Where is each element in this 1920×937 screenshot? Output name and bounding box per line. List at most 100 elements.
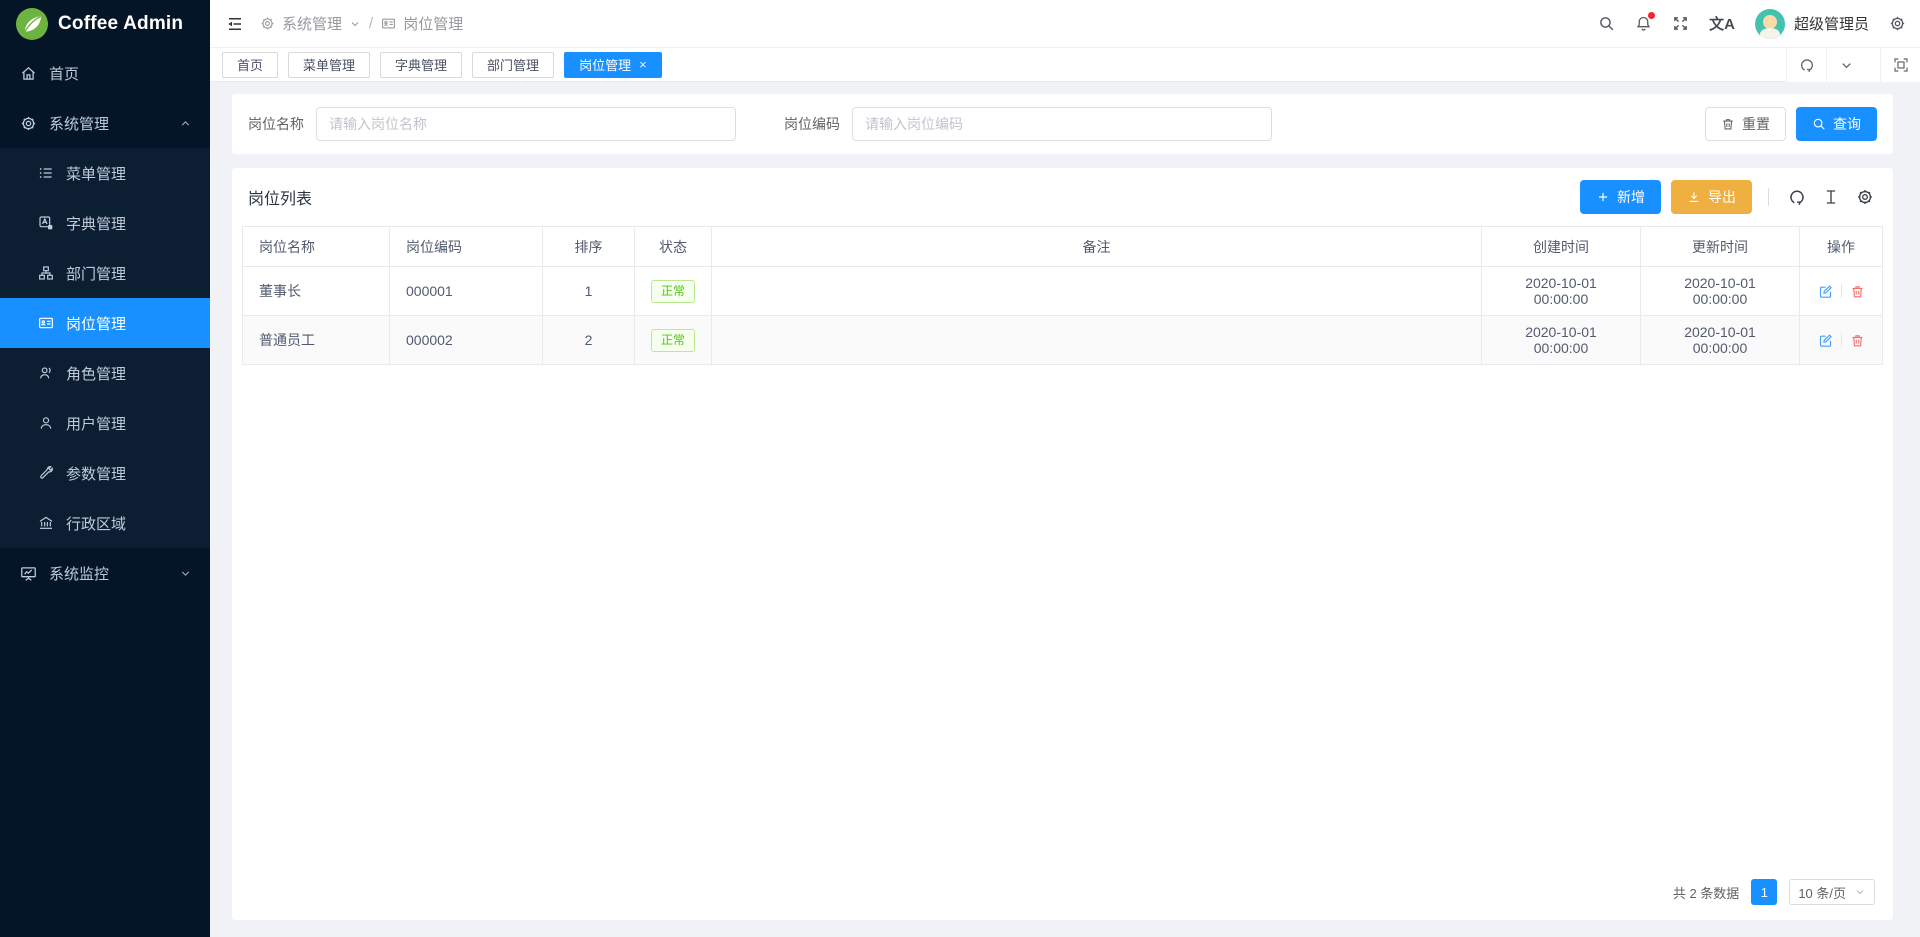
refresh-icon[interactable]: [1786, 48, 1826, 82]
page-size-select[interactable]: 10 条/页: [1789, 879, 1875, 905]
sidebar-item-dict-mgmt[interactable]: 字典管理: [0, 198, 210, 248]
table-row: 董事长 000001 1 正常 2020-10-01 00:00:00 2020…: [243, 267, 1883, 316]
chevron-down-icon: [1854, 886, 1866, 898]
sidebar-item-label: 行政区域: [66, 513, 192, 534]
notification-bell-icon[interactable]: [1635, 15, 1652, 32]
tab-label: 首页: [237, 55, 263, 74]
sidebar-submenu-system: 菜单管理 字典管理 部门管理 岗位管理 角色管理: [0, 148, 210, 548]
action-divider: [1841, 284, 1842, 298]
pagination: 共 2 条数据 1 10 条/页: [232, 864, 1893, 920]
settings-gear-icon[interactable]: [1889, 15, 1906, 32]
search-actions: 重置 查询: [1705, 107, 1877, 141]
post-list-card: 岗位列表 新增 导出: [232, 168, 1893, 920]
sidebar-item-param-mgmt[interactable]: 参数管理: [0, 448, 210, 498]
status-badge: 正常: [651, 329, 695, 352]
col-header-created: 创建时间: [1482, 227, 1641, 267]
sidebar-item-label: 部门管理: [66, 263, 192, 284]
sidebar-item-user-mgmt[interactable]: 用户管理: [0, 398, 210, 448]
tab-dept-mgmt[interactable]: 部门管理: [472, 52, 554, 78]
download-icon: [1687, 190, 1701, 204]
breadcrumb-label: 岗位管理: [403, 13, 463, 34]
post-code-input[interactable]: [852, 107, 1272, 141]
breadcrumb-item-post: 岗位管理: [381, 13, 463, 34]
delete-icon[interactable]: [1850, 333, 1865, 348]
tab-dict-mgmt[interactable]: 字典管理: [380, 52, 462, 78]
user-menu[interactable]: 超级管理员: [1755, 9, 1869, 39]
cell-created: 2020-10-01 00:00:00: [1482, 316, 1641, 365]
role-icon: [38, 365, 54, 381]
edit-icon[interactable]: [1818, 333, 1833, 348]
search-icon[interactable]: [1598, 15, 1615, 32]
cell-actions: [1800, 267, 1883, 316]
sidebar-item-post-mgmt[interactable]: 岗位管理: [0, 298, 210, 348]
edit-icon[interactable]: [1818, 284, 1833, 299]
notification-dot: [1648, 12, 1655, 19]
tab-tools-gap: [1866, 48, 1880, 82]
post-name-label: 岗位名称: [248, 114, 304, 134]
post-name-form-item: 岗位名称: [248, 107, 736, 141]
card-header: 岗位列表 新增 导出: [232, 168, 1893, 226]
status-badge: 正常: [651, 280, 695, 303]
page-content: 岗位名称 岗位编码 重置 查询: [210, 82, 1920, 937]
sidebar-item-region[interactable]: 行政区域: [0, 498, 210, 548]
chevron-down-icon[interactable]: [1826, 48, 1866, 82]
tab-menu-mgmt[interactable]: 菜单管理: [288, 52, 370, 78]
sidebar-item-label: 首页: [49, 63, 192, 84]
tab-home[interactable]: 首页: [222, 52, 278, 78]
sidebar-menu: 首页 系统管理 菜单管理 字典管理 部门管理: [0, 48, 210, 937]
pagination-total: 共 2 条数据: [1673, 883, 1739, 902]
sidebar-item-system[interactable]: 系统管理: [0, 98, 210, 148]
export-button-label: 导出: [1708, 187, 1736, 207]
cell-created: 2020-10-01 00:00:00: [1482, 267, 1641, 316]
export-button[interactable]: 导出: [1671, 180, 1752, 214]
delete-icon[interactable]: [1850, 284, 1865, 299]
col-header-actions: 操作: [1800, 227, 1883, 267]
app-title: Coffee Admin: [58, 13, 183, 35]
cell-status: 正常: [635, 267, 712, 316]
sidebar-fold-icon[interactable]: [226, 15, 244, 33]
home-icon: [20, 65, 37, 82]
action-divider: [1841, 333, 1842, 347]
column-settings-gear-icon[interactable]: [1853, 188, 1877, 206]
id-badge-icon: [38, 315, 54, 331]
card-toolbar: 新增 导出: [1580, 180, 1877, 214]
refresh-icon[interactable]: [1785, 188, 1809, 206]
breadcrumb-item-system[interactable]: 系统管理: [260, 13, 361, 34]
language-switch-icon[interactable]: 文A: [1709, 13, 1735, 34]
monitor-icon: [20, 565, 37, 582]
post-table: 岗位名称 岗位编码 排序 状态 备注 创建时间 更新时间 操作: [242, 226, 1883, 365]
content-fullscreen-icon[interactable]: [1880, 48, 1920, 82]
sidebar-item-monitor[interactable]: 系统监控: [0, 548, 210, 598]
post-name-input[interactable]: [316, 107, 736, 141]
tab-label: 字典管理: [395, 55, 447, 74]
table-header-row: 岗位名称 岗位编码 排序 状态 备注 创建时间 更新时间 操作: [243, 227, 1883, 267]
sidebar-item-menu-mgmt[interactable]: 菜单管理: [0, 148, 210, 198]
add-button[interactable]: 新增: [1580, 180, 1661, 214]
sidebar: Coffee Admin 首页 系统管理 菜单管理 字典管理: [0, 0, 210, 937]
top-navbar: 系统管理 / 岗位管理 文A 超级管理员: [210, 0, 1920, 48]
list-icon: [38, 165, 54, 181]
sidebar-item-home[interactable]: 首页: [0, 48, 210, 98]
col-header-post-name: 岗位名称: [243, 227, 390, 267]
row-height-icon[interactable]: [1819, 188, 1843, 206]
tab-post-mgmt[interactable]: 岗位管理 ×: [564, 52, 662, 78]
close-icon[interactable]: ×: [639, 58, 647, 71]
pagination-page-1[interactable]: 1: [1751, 879, 1777, 905]
reset-button[interactable]: 重置: [1705, 107, 1786, 141]
cell-status: 正常: [635, 316, 712, 365]
bank-icon: [38, 515, 54, 531]
cell-sort: 1: [543, 267, 635, 316]
spring-leaf-logo-icon: [16, 8, 48, 40]
sidebar-item-role-mgmt[interactable]: 角色管理: [0, 348, 210, 398]
page-size-value: 10 条/页: [1798, 883, 1846, 902]
card-title: 岗位列表: [248, 185, 312, 209]
app-logo[interactable]: Coffee Admin: [0, 0, 210, 48]
query-button[interactable]: 查询: [1796, 107, 1877, 141]
fullscreen-icon[interactable]: [1672, 15, 1689, 32]
sidebar-item-dept-mgmt[interactable]: 部门管理: [0, 248, 210, 298]
col-header-remark: 备注: [712, 227, 1482, 267]
sidebar-item-label: 参数管理: [66, 463, 192, 484]
reset-button-label: 重置: [1742, 114, 1770, 134]
cell-post-name: 董事长: [243, 267, 390, 316]
post-code-label: 岗位编码: [784, 114, 840, 134]
